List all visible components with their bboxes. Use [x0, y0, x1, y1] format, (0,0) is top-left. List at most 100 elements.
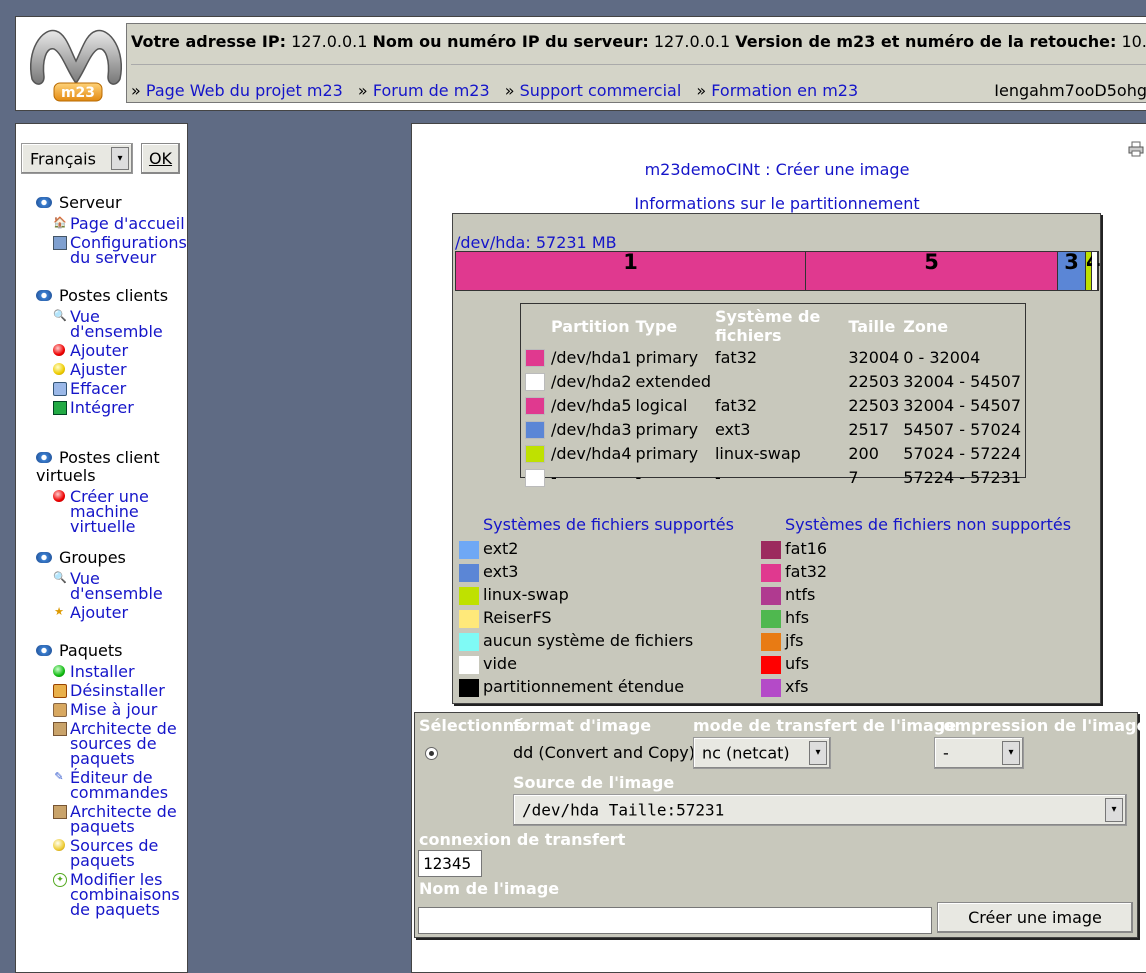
fs-color-swatch: [761, 655, 781, 674]
group-title-packages: Paquets: [36, 642, 186, 660]
chevron-down-icon[interactable]: ▾: [1002, 741, 1020, 765]
fs-label: fat32: [785, 562, 828, 581]
compression-select[interactable]: - ▾: [934, 737, 1024, 769]
fs-color-swatch: [459, 678, 479, 697]
connection-port-input[interactable]: [418, 850, 482, 877]
chevron-down-icon[interactable]: ▾: [111, 147, 129, 170]
unsupported-fs-item: xfs: [761, 675, 1071, 698]
compression-value: -: [943, 743, 949, 763]
ok-button[interactable]: OK: [141, 143, 180, 174]
unsupported-fs-item: fat16: [761, 537, 1071, 560]
transfer-mode-select[interactable]: nc (netcat) ▾: [693, 737, 831, 769]
image-name-input[interactable]: [418, 907, 932, 934]
commercial-support-link[interactable]: Support commercial: [520, 81, 682, 100]
disk-segment: 3: [1058, 252, 1086, 290]
cell-size: 32004: [848, 347, 900, 367]
forum-link[interactable]: Forum de m23: [373, 81, 490, 100]
col-format-label: format d'image: [513, 716, 652, 735]
sidebar-item-clients-delete[interactable]: Effacer: [36, 381, 186, 397]
partition-row: - - - 7 57224 - 57231: [525, 465, 1025, 489]
col-selected-label: Sélectionné: [419, 716, 525, 735]
create-image-button[interactable]: Créer une image: [937, 902, 1133, 933]
cell-filesystem: ext3: [714, 419, 751, 439]
ip-label: Votre adresse IP:: [131, 32, 286, 51]
pen-icon: ✎: [54, 770, 64, 783]
sidebar-item-source-architect[interactable]: Architecte de sources de paquets: [36, 721, 186, 767]
nav-group-packages: Paquets Installer Désinstaller Mise à jo…: [36, 642, 186, 918]
partition-row: /dev/hda5 logical fat32 22503 32004 - 54507: [525, 393, 1025, 417]
sidebar: Français ▾ OK Serveur 🏠 Page d'accueil Co…: [15, 123, 188, 973]
sidebar-item-command-editor[interactable]: ✎ Éditeur de commandes: [36, 770, 186, 801]
logo-text: m23: [61, 85, 95, 101]
sidebar-item-groups-add[interactable]: ★ Ajouter: [36, 605, 186, 621]
sidebar-item-uninstall[interactable]: Désinstaller: [36, 683, 186, 699]
trash-icon: [53, 382, 67, 396]
create-image-label: Créer une image: [968, 908, 1102, 927]
cell-zone: 54507 - 57024: [903, 419, 1021, 439]
unsupported-fs-item: jfs: [761, 629, 1071, 652]
supported-fs-item: ext3: [459, 560, 734, 583]
partition-row: /dev/hda3 primary ext3 2517 54507 - 57024: [525, 417, 1025, 441]
sidebar-item-clients-overview[interactable]: 🔍 Vue d'ensemble: [36, 309, 186, 340]
unsupported-fs-item: ufs: [761, 652, 1071, 675]
sidebar-item-server-config[interactable]: Configurations du serveur: [36, 235, 187, 266]
source-value: /dev/hda Taille:57231: [522, 800, 725, 820]
cell-type: extended: [635, 371, 711, 391]
sidebar-item-clients-integrate[interactable]: Intégrer: [36, 400, 186, 416]
cell-partition: /dev/hda1: [551, 347, 632, 367]
language-select[interactable]: Français ▾: [21, 143, 133, 174]
package-icon: [53, 805, 67, 819]
nav-bullet: »: [696, 81, 707, 100]
ok-label: OK: [148, 149, 173, 168]
chevron-down-icon[interactable]: ▾: [1105, 798, 1123, 822]
info-separator: [131, 64, 1146, 65]
settings-icon: [53, 236, 67, 250]
sidebar-item-install[interactable]: Installer: [36, 664, 186, 680]
supported-fs-item: vide: [459, 652, 734, 675]
cell-partition: /dev/hda4: [551, 443, 632, 463]
sidebar-item-update[interactable]: Mise à jour: [36, 702, 186, 718]
fs-color-swatch: [459, 609, 479, 628]
nav-group-groups: Groupes 🔍 Vue d'ensemble ★ Ajouter: [36, 549, 186, 621]
sidebar-item-home[interactable]: 🏠 Page d'accueil: [36, 216, 186, 232]
group-bullet-icon: [36, 290, 52, 301]
cell-zone: 32004 - 54507: [903, 371, 1021, 391]
cell-size: 7: [848, 467, 859, 487]
sidebar-item-package-sources[interactable]: Sources de paquets: [36, 838, 186, 869]
server-label: Nom ou numéro IP du serveur:: [372, 32, 649, 51]
col-transfer-mode-label: mode de transfert de l'image: [693, 716, 957, 735]
training-link[interactable]: Formation en m23: [711, 81, 858, 100]
sidebar-item-package-architect[interactable]: Architecte de paquets: [36, 804, 186, 835]
server-value: 127.0.0.1: [653, 32, 731, 51]
fs-label: partitionnement étendue: [483, 677, 685, 696]
cell-zone: 32004 - 54507: [903, 395, 1021, 415]
format-radio-selected[interactable]: [425, 747, 438, 760]
fs-label: linux-swap: [483, 585, 569, 604]
sidebar-item-groups-overview[interactable]: 🔍 Vue d'ensemble: [36, 571, 186, 602]
fs-color-swatch: [761, 586, 781, 605]
fs-label: fat16: [785, 539, 828, 558]
cell-zone: 57224 - 57231: [903, 467, 1021, 487]
fs-color-swatch: [761, 678, 781, 697]
fs-color-swatch: [459, 632, 479, 651]
ip-value: 127.0.0.1: [291, 32, 368, 51]
sidebar-item-clients-adjust[interactable]: Ajuster: [36, 362, 186, 378]
supported-fs-item: ReiserFS: [459, 606, 734, 629]
sidebar-item-package-combinations[interactable]: ✦ Modifier les combinaisons de paquets: [36, 872, 186, 918]
cell-size: 22503: [848, 395, 900, 415]
partition-color-swatch: [525, 444, 545, 463]
group-bullet-icon: [36, 452, 52, 463]
chevron-down-icon[interactable]: ▾: [809, 741, 827, 765]
project-web-link[interactable]: Page Web du projet m23: [146, 81, 343, 100]
fs-label: ntfs: [785, 585, 816, 604]
supported-fs-title: Systèmes de fichiers supportés: [483, 515, 734, 534]
partition-color-swatch: [525, 396, 545, 415]
source-select[interactable]: /dev/hda Taille:57231 ▾: [513, 794, 1127, 826]
sidebar-item-create-vm[interactable]: Créer une machine virtuelle: [36, 489, 186, 535]
printer-icon[interactable]: [1128, 141, 1144, 157]
package-icon: [53, 722, 67, 736]
sidebar-item-clients-add[interactable]: Ajouter: [36, 343, 186, 359]
disk-label: /dev/hda: 57231 MB: [455, 233, 617, 252]
col-zone: Zone: [903, 316, 949, 336]
partition-info-box: /dev/hda: 57231 MB 1534 Partition Type S…: [452, 213, 1101, 704]
